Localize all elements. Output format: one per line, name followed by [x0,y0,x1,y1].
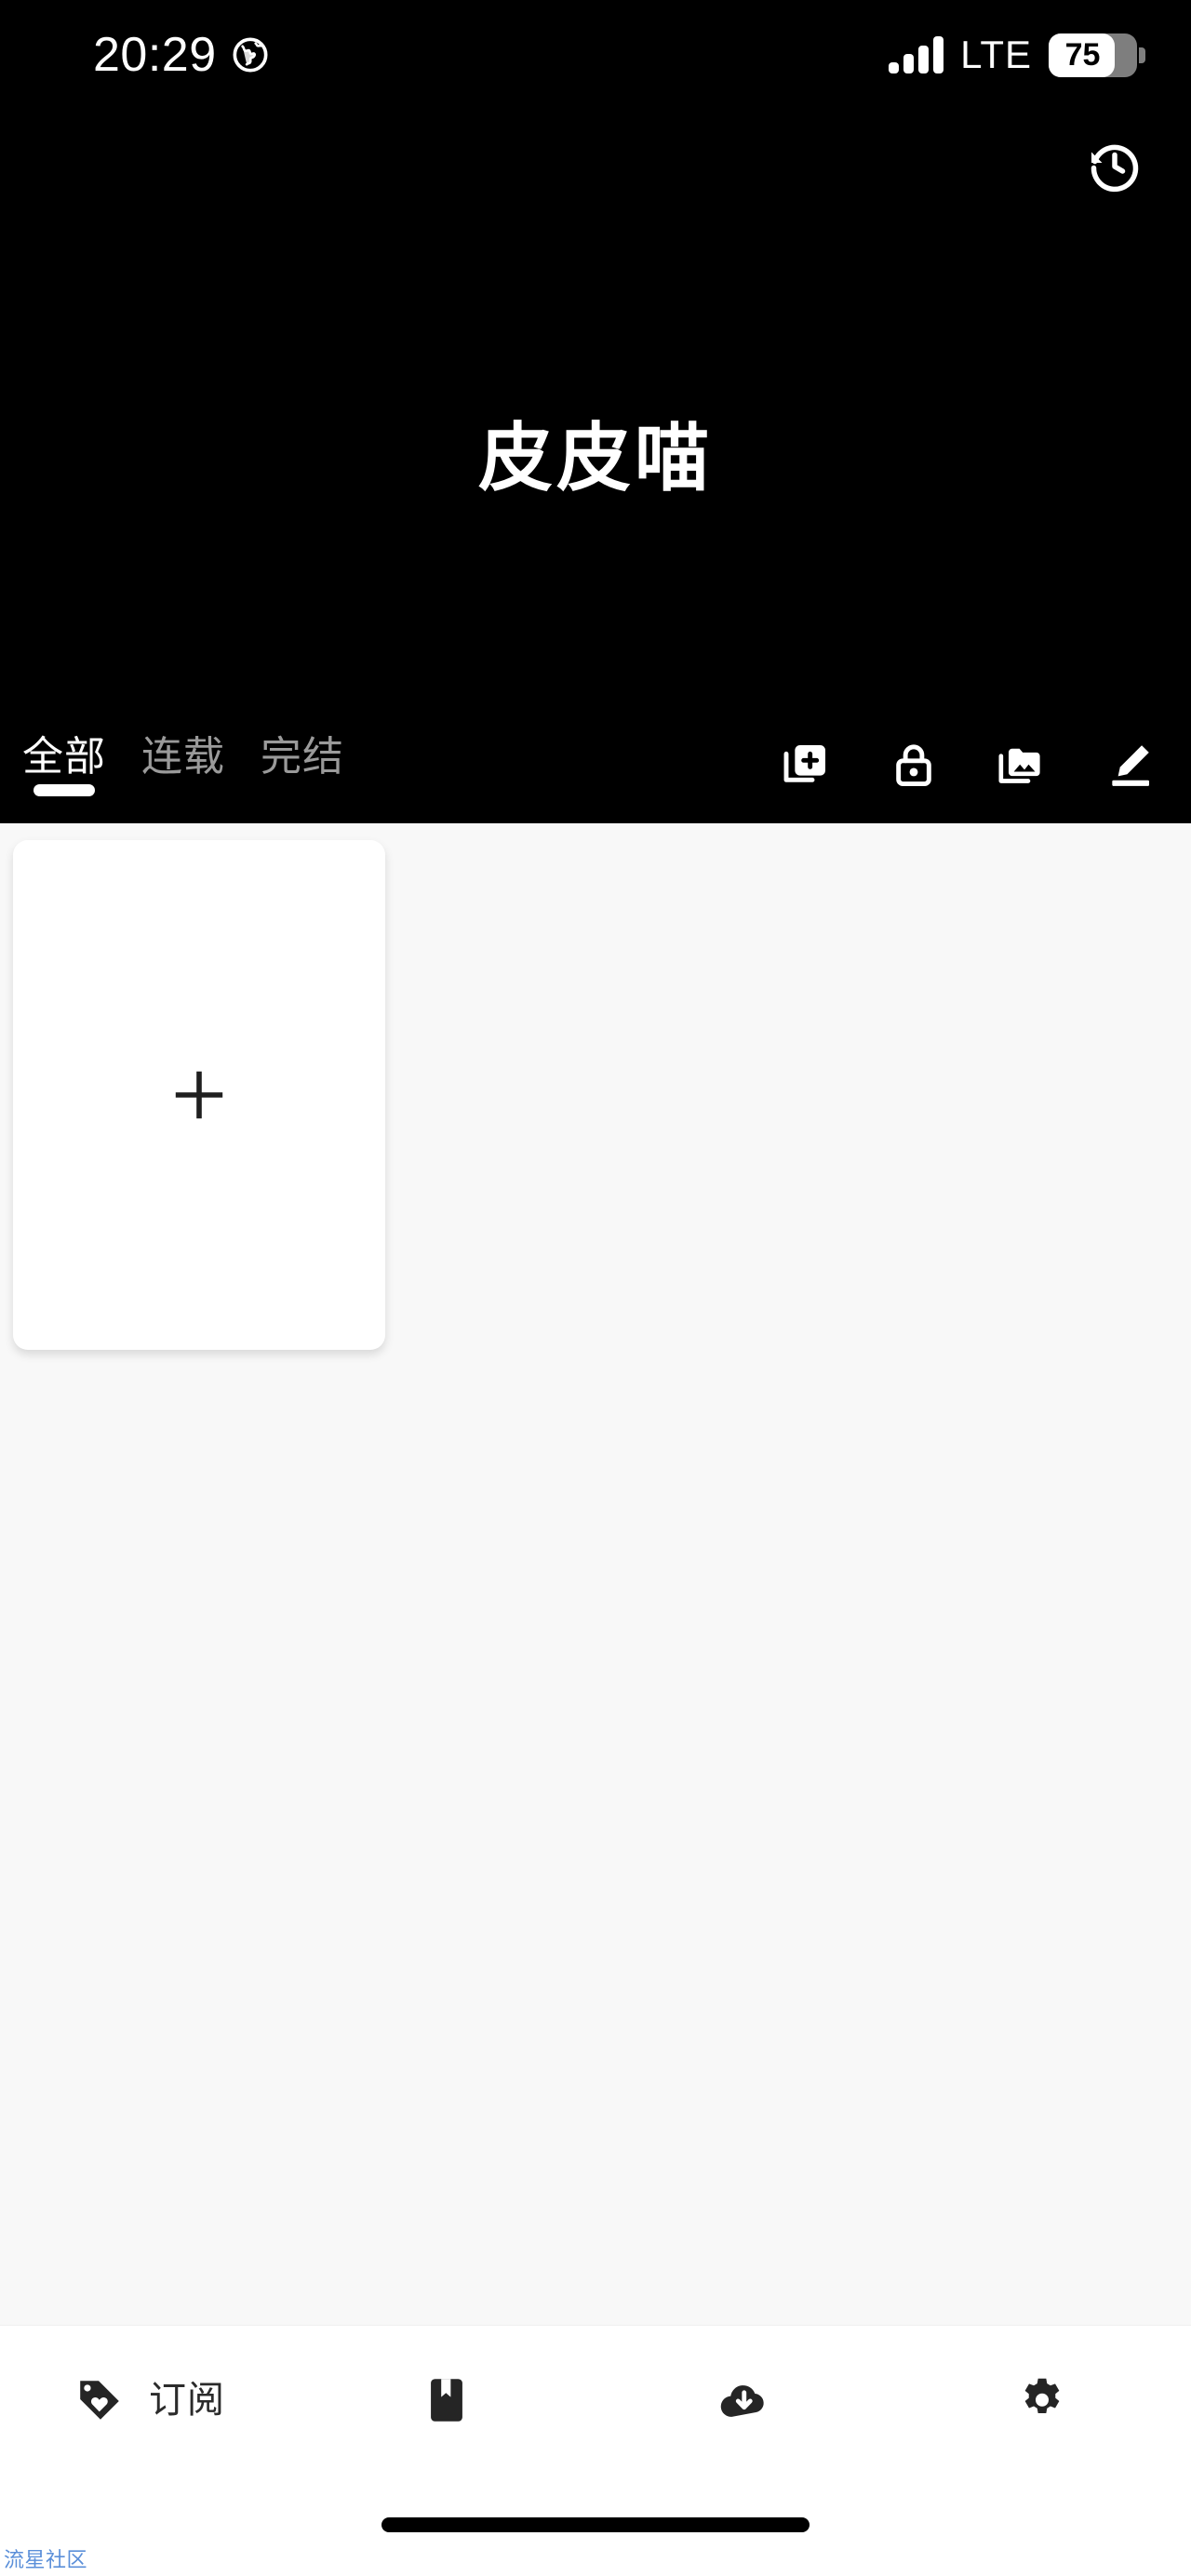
gear-icon [1015,2373,1069,2427]
battery-percent-label: 75 [1064,37,1101,73]
tag-heart-icon [73,2373,127,2427]
bookmark-icon [420,2373,474,2427]
nav-item-bookshelf[interactable] [298,2326,596,2474]
network-type-label: LTE [960,33,1032,76]
nav-item-subscribe[interactable]: 订阅 [0,2326,298,2474]
add-comic-card[interactable] [13,840,385,1350]
globe-icon [232,36,269,73]
lock-icon [888,739,940,791]
tab-strip: 全部 连载 完结 [0,712,1191,823]
edit-button[interactable] [1104,739,1156,791]
privacy-lock-button[interactable] [888,739,940,791]
nav-item-settings[interactable] [893,2326,1191,2474]
header: 20:29 LTE 75 皮皮喵 全部 连载 完结 [0,0,1191,823]
app-screen: 20:29 LTE 75 皮皮喵 全部 连载 完结 订阅 流星社区 [0,0,1191,2576]
history-button[interactable] [1087,138,1143,194]
tab-completed[interactable]: 完结 [253,737,352,798]
nav-item-downloads[interactable] [596,2326,893,2474]
add-library-icon [780,739,832,791]
tab-ongoing[interactable]: 连载 [134,737,233,798]
nav-label-subscribe: 订阅 [149,2379,225,2421]
header-tool-list [780,739,1156,796]
tab-list: 全部 连载 完结 [15,737,352,798]
watermark: 流星社区 [4,2548,88,2571]
history-icon [1087,138,1143,194]
status-clock: 20:29 [93,28,217,82]
page-title: 皮皮喵 [478,416,713,500]
home-indicator[interactable] [381,2517,810,2532]
photo-library-button[interactable] [996,739,1048,791]
comic-grid [13,840,1191,1350]
plus-icon [169,1065,229,1125]
status-bar-left: 20:29 [93,31,269,79]
edit-icon [1104,739,1156,791]
photo-library-icon [996,739,1048,791]
header-actions [0,110,1191,221]
title-area: 皮皮喵 [0,221,1191,712]
home-indicator-area: 流星社区 [0,2474,1191,2576]
content-area [0,823,1191,2325]
battery-indicator: 75 [1049,33,1145,77]
status-bar-right: LTE 75 [889,33,1145,77]
status-bar: 20:29 LTE 75 [0,0,1191,110]
add-library-button[interactable] [780,739,832,791]
signal-bars-icon [889,36,944,73]
tab-all[interactable]: 全部 [15,737,114,798]
bottom-navigation: 订阅 [0,2325,1191,2474]
cloud-download-icon [717,2373,771,2427]
